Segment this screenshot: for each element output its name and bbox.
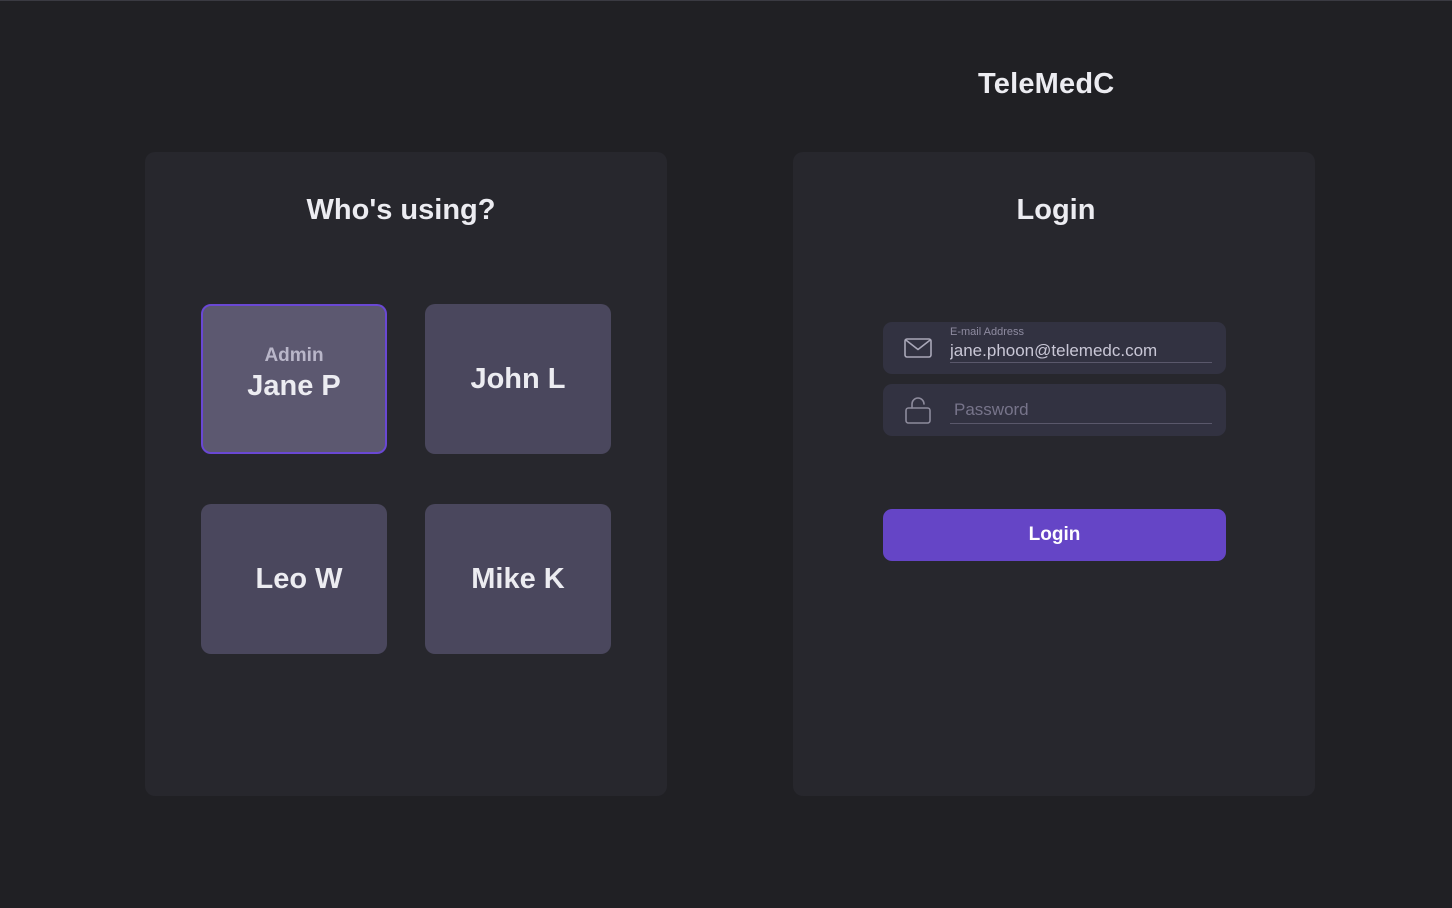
profile-tile-leo[interactable]: Leo W: [201, 504, 387, 654]
password-field[interactable]: [883, 384, 1226, 436]
unlock-icon: [905, 397, 931, 424]
profile-name: John L: [470, 362, 566, 395]
profile-name: Jane P: [247, 370, 341, 402]
login-button[interactable]: Login: [883, 509, 1226, 561]
envelope-icon: [904, 338, 932, 358]
login-panel: Login E-mail Address Login: [793, 152, 1315, 796]
password-input[interactable]: [950, 397, 1212, 424]
login-title: Login: [1016, 194, 1096, 226]
profile-name: Leo W: [255, 562, 343, 595]
email-label: E-mail Address: [950, 326, 1024, 338]
profile-selector-title: Who's using?: [306, 194, 496, 226]
email-field[interactable]: E-mail Address: [883, 322, 1226, 374]
profile-tile-jane[interactable]: Admin Jane P: [201, 304, 387, 454]
profile-name: Mike K: [471, 562, 565, 595]
profile-tile-john[interactable]: John L: [425, 304, 611, 454]
email-input[interactable]: [950, 340, 1212, 363]
profile-tile-mike[interactable]: Mike K: [425, 504, 611, 654]
profile-role-label: Admin: [264, 345, 324, 366]
app-brand-title: TeleMedC: [978, 68, 1115, 100]
profile-selector-panel: Who's using? Admin Jane P John L Leo W M…: [145, 152, 667, 796]
